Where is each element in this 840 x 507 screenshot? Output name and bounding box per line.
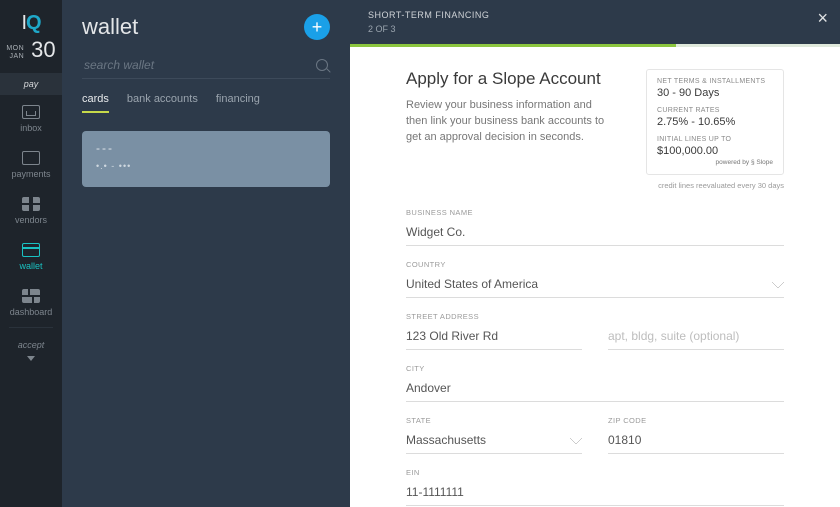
- city-input[interactable]: [406, 377, 784, 402]
- card-tile[interactable]: --- •.• - •••: [82, 131, 330, 187]
- nav-column: wallet + cards bank accounts financing -…: [62, 0, 350, 507]
- powered-by: powered by § Slope: [657, 159, 773, 166]
- chevron-down-icon: [27, 356, 35, 361]
- rail-payments[interactable]: payments: [0, 141, 62, 187]
- rail-accept[interactable]: accept: [0, 330, 62, 369]
- icon-rail: IQ MON JAN 30 pay inbox payments vendors…: [0, 0, 62, 507]
- search-icon: [316, 59, 328, 71]
- search-input[interactable]: [84, 58, 316, 72]
- rail-pay[interactable]: pay: [0, 73, 62, 95]
- label-city: CITY: [406, 364, 784, 373]
- label-ein: EIN: [406, 468, 784, 477]
- application-form: BUSINESS NAME COUNTRY United States of A…: [406, 208, 784, 507]
- add-button[interactable]: +: [304, 14, 330, 40]
- modal-header: SHORT-TERM FINANCING 2 OF 3 ×: [350, 0, 840, 44]
- date-month: JAN: [9, 53, 24, 61]
- dashboard-icon: [22, 289, 40, 303]
- inbox-icon: [22, 105, 40, 119]
- modal-step: 2 OF 3: [368, 24, 822, 34]
- date-dow: MON: [6, 45, 24, 53]
- info-note: credit lines reevaluated every 30 days: [646, 181, 784, 190]
- ein-input[interactable]: [406, 481, 784, 506]
- page-title: wallet: [82, 14, 138, 40]
- card-line2: •.• - •••: [96, 161, 316, 171]
- date-box: MON JAN 30: [6, 39, 55, 61]
- state-select[interactable]: Massachusetts: [406, 429, 582, 454]
- modal-panel: SHORT-TERM FINANCING 2 OF 3 × Apply for …: [350, 0, 840, 507]
- label-business: BUSINESS NAME: [406, 208, 784, 217]
- label-country: COUNTRY: [406, 260, 784, 269]
- payments-icon: [22, 151, 40, 165]
- wallet-icon: [22, 243, 40, 257]
- date-day: 30: [31, 39, 55, 61]
- label-state: STATE: [406, 416, 582, 425]
- street-input[interactable]: [406, 325, 582, 350]
- modal-title: SHORT-TERM FINANCING: [368, 10, 822, 20]
- country-select[interactable]: United States of America: [406, 273, 784, 298]
- rail-dashboard[interactable]: dashboard: [0, 279, 62, 325]
- rail-wallet[interactable]: wallet: [0, 233, 62, 279]
- modal-body: Apply for a Slope Account Review your bu…: [350, 47, 840, 507]
- tab-cards[interactable]: cards: [82, 93, 109, 113]
- street2-input[interactable]: [608, 325, 784, 350]
- close-icon[interactable]: ×: [817, 8, 828, 29]
- tab-financing[interactable]: financing: [216, 93, 260, 113]
- card-line1: ---: [96, 141, 316, 155]
- label-zip: ZIP CODE: [608, 416, 784, 425]
- modal-intro: Review your business information and the…: [406, 97, 616, 145]
- rail-vendors[interactable]: vendors: [0, 187, 62, 233]
- info-box: NET TERMS & INSTALLMENTS 30 - 90 Days CU…: [646, 69, 784, 175]
- business-name-input[interactable]: [406, 221, 784, 246]
- modal-heading: Apply for a Slope Account: [406, 69, 616, 89]
- label-street: STREET ADDRESS: [406, 312, 582, 321]
- wallet-tabs: cards bank accounts financing: [82, 93, 330, 113]
- zip-input[interactable]: [608, 429, 784, 454]
- brand-logo: IQ: [21, 12, 40, 35]
- vendors-icon: [22, 197, 40, 211]
- tab-bank-accounts[interactable]: bank accounts: [127, 93, 198, 113]
- rail-inbox[interactable]: inbox: [0, 95, 62, 141]
- rail-divider: [9, 327, 52, 328]
- search-bar[interactable]: [82, 52, 330, 79]
